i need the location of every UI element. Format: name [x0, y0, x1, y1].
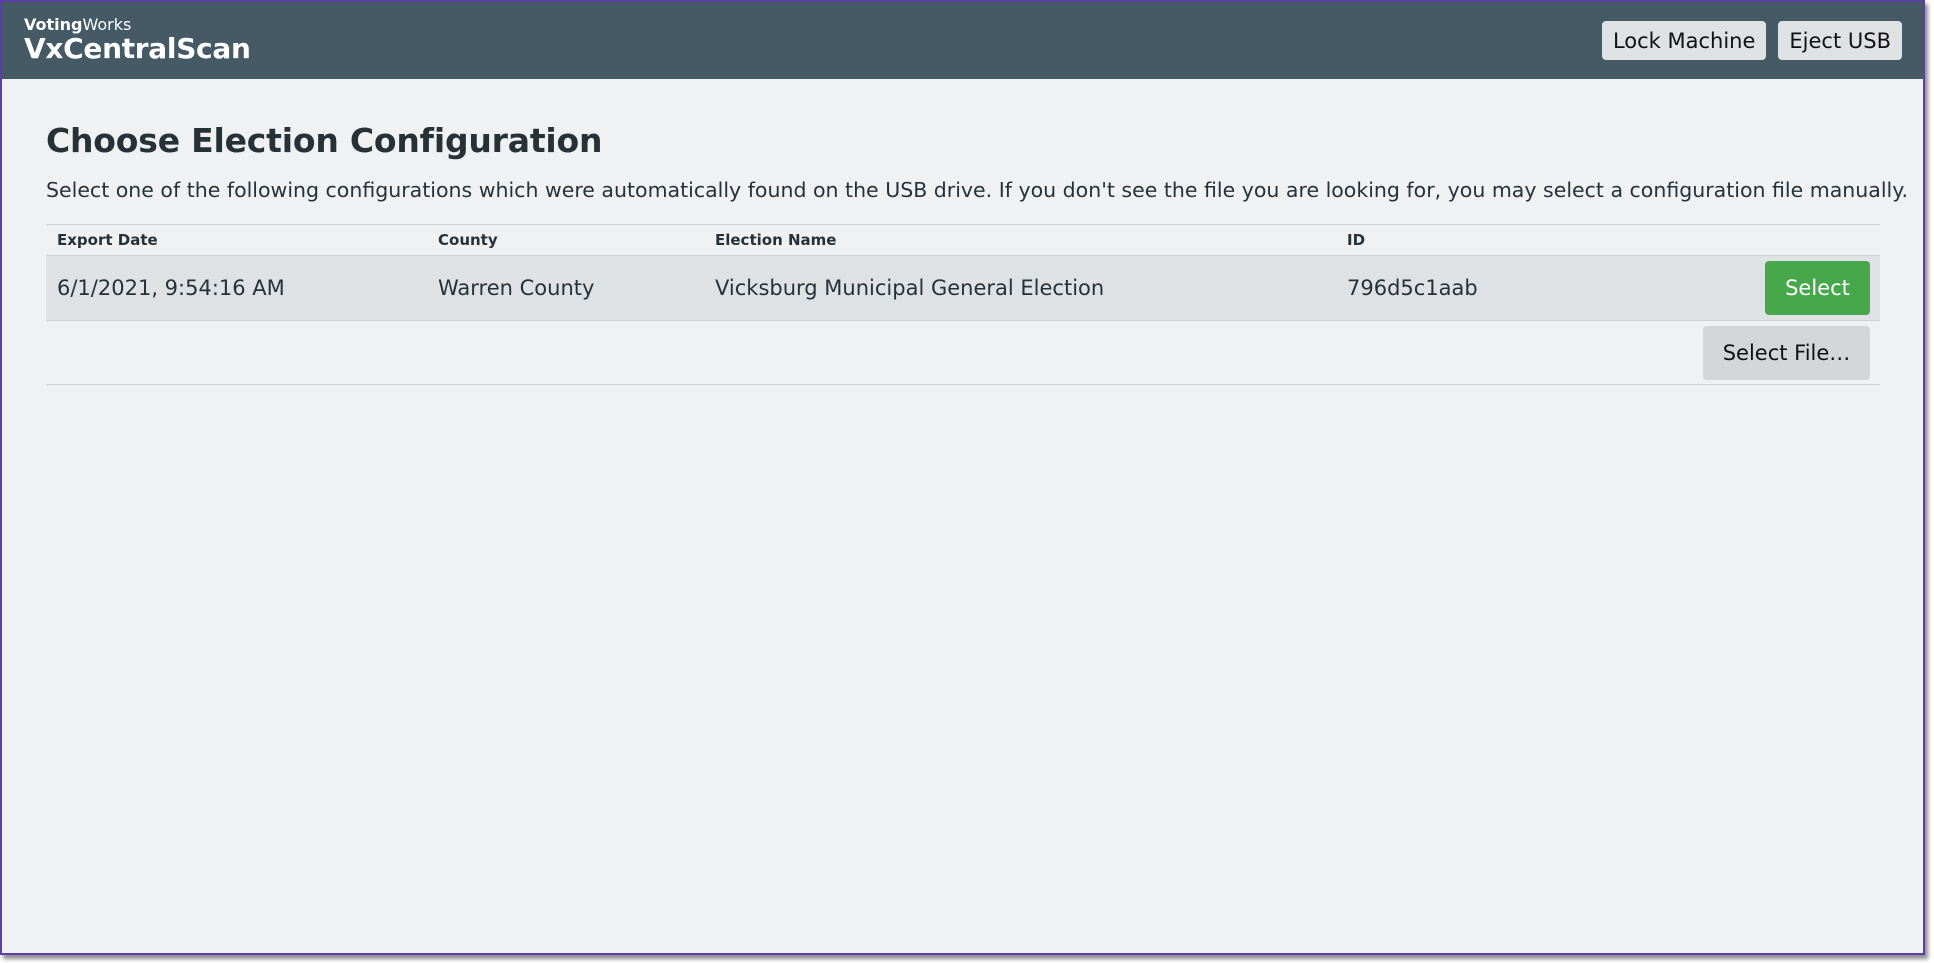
cell-county: Warren County [438, 276, 595, 300]
table-header-row: Export Date County Election Name ID [46, 224, 1880, 256]
eject-usb-button[interactable]: Eject USB [1778, 21, 1902, 60]
column-header-election-name: Election Name [715, 231, 837, 249]
cell-export-date: 6/1/2021, 9:54:16 AM [57, 276, 285, 300]
select-config-button[interactable]: Select [1765, 261, 1870, 315]
cell-id-and-action: 796d5c1aab Select [1336, 256, 1880, 321]
org-name: VotingWorks [24, 14, 251, 34]
brand: VotingWorks VxCentralScan [24, 14, 251, 65]
column-header-id: ID [1347, 231, 1366, 249]
cell-election-name: Vicksburg Municipal General Election [715, 276, 1105, 300]
cell-id: 796d5c1aab [1347, 276, 1478, 300]
page-description: Select one of the following configuratio… [46, 178, 1908, 202]
configurations-table: Export Date County Election Name ID 6/1/… [46, 224, 1880, 385]
lock-machine-button[interactable]: Lock Machine [1601, 21, 1767, 60]
column-header-export-date: Export Date [57, 231, 158, 249]
main-content: Choose Election Configuration Select one… [2, 79, 1923, 385]
page-title: Choose Election Configuration [46, 121, 603, 160]
app-window: VotingWorks VxCentralScan Lock Machine E… [0, 0, 1925, 955]
select-file-button[interactable]: Select File… [1703, 325, 1870, 380]
table-row: 6/1/2021, 9:54:16 AM Warren County Vicks… [46, 255, 1880, 321]
select-file-row: Select File… [46, 321, 1880, 385]
select-file-cell: Select File… [46, 321, 1880, 385]
app-name: VxCentralScan [24, 31, 251, 65]
column-header-county: County [438, 231, 498, 249]
top-actions: Lock Machine Eject USB [1601, 21, 1902, 60]
org-name-bold: Voting [24, 14, 83, 34]
org-name-regular: Works [82, 14, 132, 34]
top-bar: VotingWorks VxCentralScan Lock Machine E… [2, 2, 1923, 79]
